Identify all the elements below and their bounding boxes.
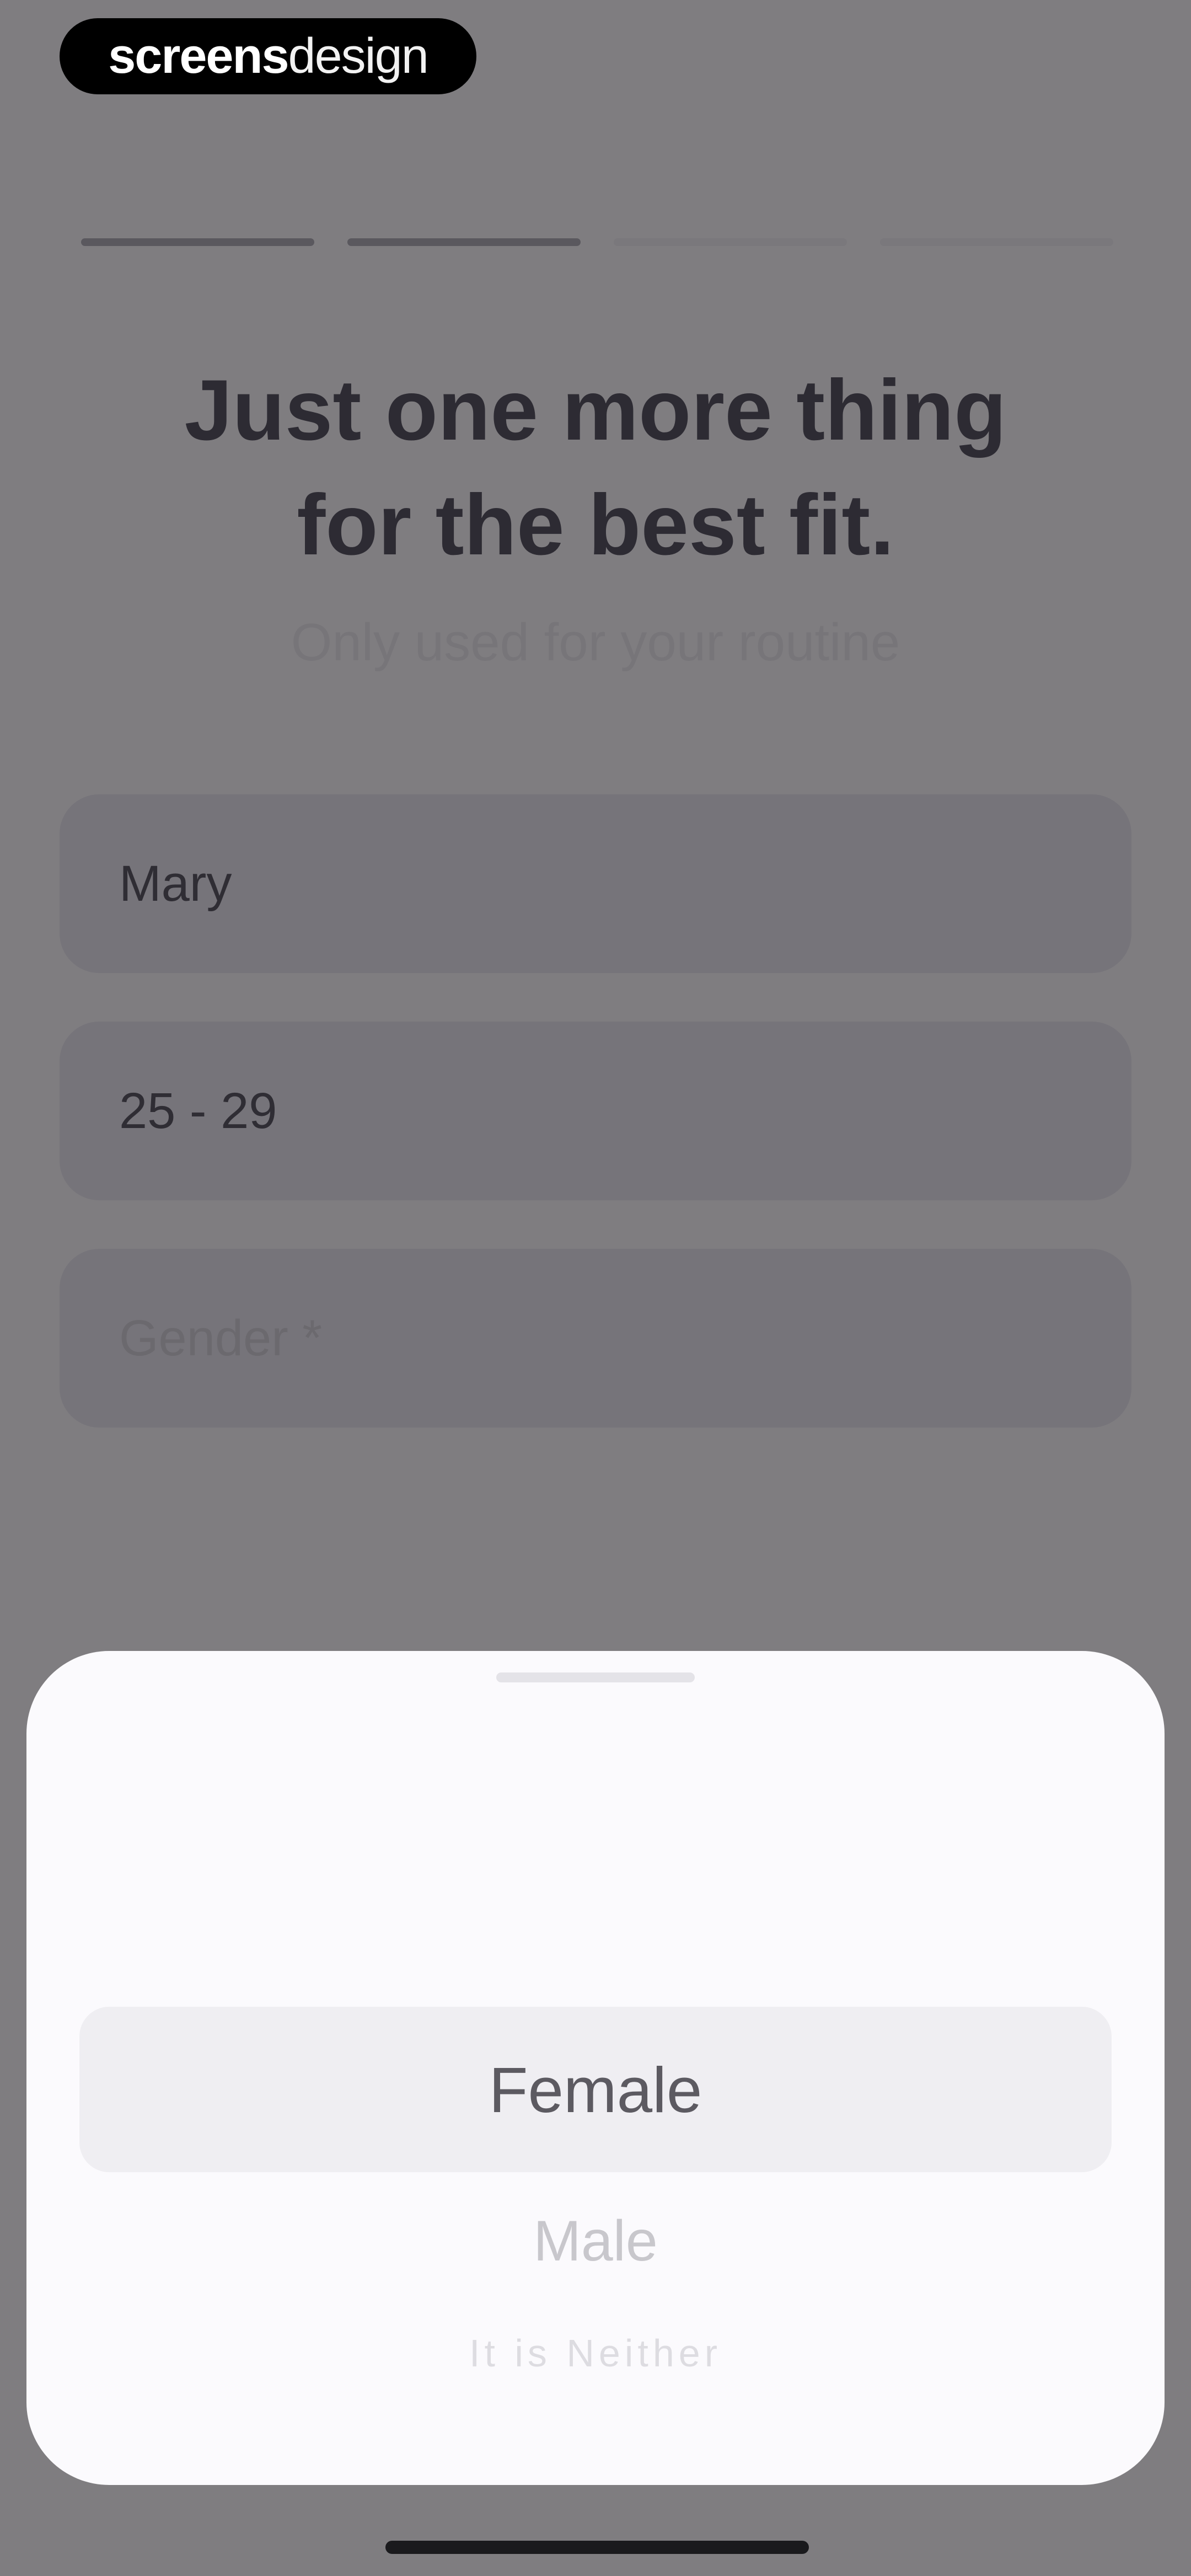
page-title-line-1: Just one more thing	[184, 362, 1007, 458]
screen: screens design Just one more thing for th…	[0, 0, 1191, 2576]
screensdesign-watermark: screens design	[60, 18, 476, 94]
picker-option-male[interactable]: Male	[26, 2208, 1165, 2274]
sheet-grabber[interactable]	[496, 1672, 695, 1682]
page-title-line-2: for the best fit.	[297, 477, 894, 573]
picker-option-female[interactable]: Female	[26, 2051, 1165, 2129]
picker-option-neither[interactable]: It is Neither	[26, 2329, 1165, 2377]
progress-step-2	[347, 238, 581, 246]
age-range-field-value: 25 - 29	[119, 1082, 277, 1139]
progress-step-4	[880, 238, 1113, 246]
gender-picker-sheet: Female Male It is Neither	[26, 1651, 1165, 2485]
gender-field-placeholder: Gender *	[119, 1310, 323, 1366]
age-range-field[interactable]: 25 - 29	[60, 1022, 1131, 1200]
progress-step-1	[81, 238, 314, 246]
home-indicator	[385, 2541, 809, 2554]
watermark-light: design	[288, 28, 429, 84]
page-title: Just one more thing for the best fit.	[66, 353, 1125, 582]
gender-field[interactable]: Gender *	[60, 1249, 1131, 1428]
name-field-value: Mary	[119, 855, 232, 912]
name-field[interactable]: Mary	[60, 794, 1131, 973]
onboarding-progress	[81, 238, 1113, 248]
progress-step-3	[614, 238, 847, 246]
watermark-bold: screens	[108, 28, 289, 84]
page-subtitle: Only used for your routine	[291, 613, 900, 672]
